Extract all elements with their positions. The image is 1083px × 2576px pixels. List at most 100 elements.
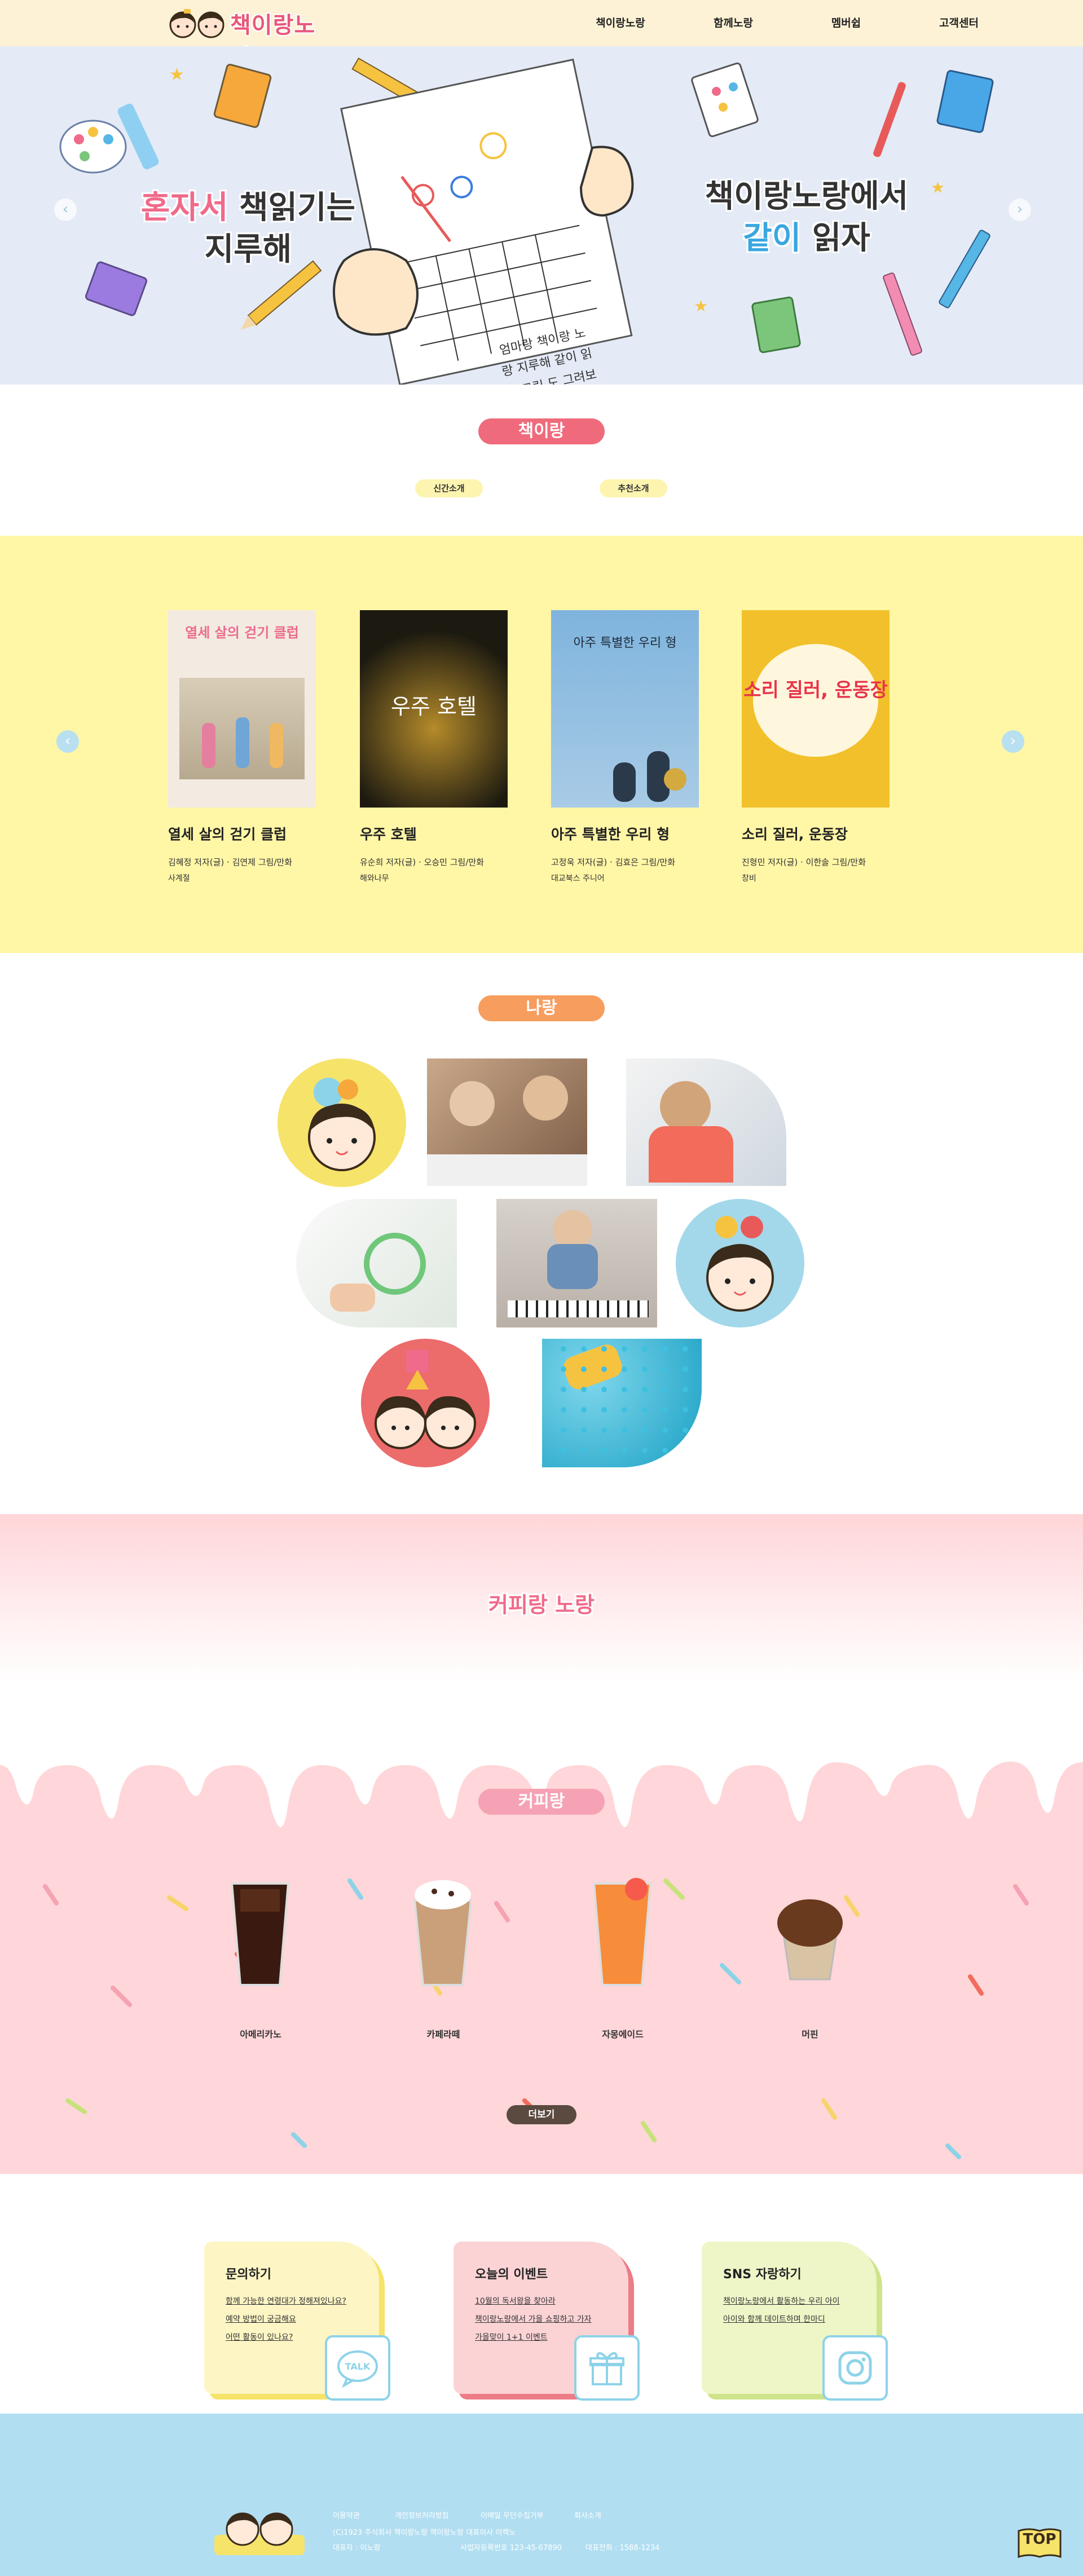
card-link[interactable]: 아이와 함께 데이트하며 한마디 xyxy=(723,2313,825,2324)
card-link[interactable]: 가을맞이 1+1 이벤트 xyxy=(475,2331,548,2343)
book-authors: 진형민 저자(글) · 이한솔 그림/만화 xyxy=(742,857,866,867)
hero-next-button[interactable]: › xyxy=(1009,199,1031,221)
paint-set-icon xyxy=(691,62,759,138)
tab-new-books[interactable]: 신간소개 xyxy=(415,479,483,497)
muffin-icon xyxy=(777,1899,843,1980)
talk-icon[interactable]: TALK xyxy=(325,2335,390,2401)
footer-tel: 대표전화 : 1588-1234 xyxy=(585,2544,660,2552)
book-icon-2 xyxy=(936,70,994,133)
sprinkles xyxy=(43,1878,1029,2159)
drink-name: 머핀 xyxy=(802,2029,818,2040)
footer-address: (C)1923 주식회사 책이랑노랑 책이랑노랑 대표이사 이책노 xyxy=(333,2529,516,2537)
card-title: 문의하기 xyxy=(226,2268,271,2282)
notebook-icon xyxy=(213,64,272,128)
hero-left-copy: 혼자서 책읽기는 지루해 xyxy=(130,187,367,271)
book-card[interactable]: 아주 특별한 우리 형 아주 특별한 우리 형 고정욱 저자(글) · 김효은 … xyxy=(551,610,699,884)
photo-ball-pit xyxy=(542,1339,702,1467)
book-card[interactable]: 우주 호텔 우주 호텔 유순희 저자(글) · 오승민 그림/만화 해와나무 xyxy=(360,610,508,884)
top-button-label: TOP xyxy=(1023,2531,1056,2548)
footer-logo[interactable] xyxy=(214,2507,305,2557)
cream-drip xyxy=(0,1717,1083,1827)
book-cover-title: 소리 질러, 운동장 xyxy=(743,679,888,702)
card-link[interactable]: 책이랑노랑에서 가을 쇼핑하고 가자 xyxy=(475,2313,592,2324)
pencil-icon xyxy=(241,260,322,330)
kid-character-circle xyxy=(278,1058,406,1187)
tab-recommended-books[interactable]: 추천소개 xyxy=(600,479,667,497)
card-link[interactable]: 어떤 활동이 있나요? xyxy=(226,2331,293,2343)
svg-text:★: ★ xyxy=(694,297,708,315)
twins-character-icon xyxy=(375,1350,476,1449)
book-publisher: 사계절 xyxy=(168,874,190,883)
hero-right-copy: 책이랑노랑에서 같이 읽자 xyxy=(688,176,925,259)
site-header: 책이랑노랑 책이랑노랑 함께노랑 멤버쉽 고객센터 xyxy=(0,0,1083,71)
book-title: 우주 호텔 xyxy=(360,826,417,843)
book-cover: 아주 특별한 우리 형 xyxy=(551,610,699,808)
book-publisher: 해와나무 xyxy=(360,874,389,883)
gift-icon[interactable] xyxy=(574,2335,640,2401)
card-link[interactable]: 예약 방법이 궁금해요 xyxy=(226,2313,296,2324)
book-title: 아주 특별한 우리 형 xyxy=(551,826,670,843)
instagram-icon[interactable] xyxy=(822,2335,888,2401)
section-title-play: 나랑 xyxy=(478,995,605,1021)
hero-right-text: 읽자 xyxy=(801,220,870,257)
book-publisher: 창비 xyxy=(742,874,756,883)
book-next-button[interactable]: › xyxy=(1002,730,1024,753)
section-title-cafe: 커피랑 xyxy=(478,1789,605,1815)
book-cover: 열세 살의 걷기 클럽 xyxy=(168,610,316,808)
drink-name: 자몽에이드 xyxy=(602,2029,644,2040)
pencil-icon-3 xyxy=(883,272,922,356)
photo-science-kids xyxy=(427,1058,587,1186)
book-publisher: 대교북스 주니어 xyxy=(551,874,605,883)
girl-character-icon xyxy=(308,1078,376,1171)
card-title: 오늘의 이벤트 xyxy=(475,2268,548,2282)
drink-name: 카페라떼 xyxy=(426,2029,460,2040)
kid-character-circle-3 xyxy=(361,1339,490,1467)
hero-left-text: 책읽기는 xyxy=(228,189,356,226)
svg-text:★: ★ xyxy=(169,65,184,85)
card-link[interactable]: 책이랑노랑에서 활동하는 우리 아이 xyxy=(723,2295,840,2306)
book-card[interactable]: 열세 살의 걷기 클럽 열세 살의 걷기 클럽 김혜정 저자(글) · 김연제 … xyxy=(168,610,316,884)
hero-banner: ★ ★ ★ ‹ › 혼자서 책읽기는 지루해 책이랑노랑에서 같이 읽자 엄마랑… xyxy=(0,46,1083,385)
book-cover-title: 아주 특별한 우리 형 xyxy=(573,636,677,650)
book-cover: 우주 호텔 xyxy=(360,610,508,808)
top-button[interactable]: TOP xyxy=(1016,2526,1063,2559)
nav-item-books[interactable]: 책이랑노랑 xyxy=(564,15,677,30)
footer-link-about[interactable]: 회사소개 xyxy=(574,2509,601,2520)
card-link[interactable]: 10월의 독서왕을 찾아라 xyxy=(475,2295,556,2306)
footer-business-number: 사업자등록번호 123-45-67890 xyxy=(460,2544,562,2552)
main-nav: 책이랑노랑 함께노랑 멤버쉽 고객센터 xyxy=(564,15,1015,30)
book-cover-title: 열세 살의 걷기 클럽 xyxy=(185,625,299,641)
more-button[interactable]: 더보기 xyxy=(507,2105,576,2124)
footer-link-email-policy[interactable]: 이메일 무단수집거부 xyxy=(481,2509,544,2520)
pencil-icon-4 xyxy=(939,230,990,308)
hero-right-line1: 책이랑노랑에서 xyxy=(705,178,909,215)
hero-prev-button[interactable]: ‹ xyxy=(54,199,77,221)
card-sns: SNS 자랑하기 책이랑노랑에서 활동하는 우리 아이 아이와 함께 데이트하며… xyxy=(702,2242,888,2401)
nav-item-membership[interactable]: 멤버쉽 xyxy=(790,15,902,30)
drink-name: 아메리카노 xyxy=(240,2029,281,2040)
footer-link-privacy[interactable]: 개인정보처리방침 xyxy=(395,2509,449,2520)
card-link[interactable]: 함께 가능한 연령대가 정해져있나요? xyxy=(226,2295,346,2306)
book-prev-button[interactable]: ‹ xyxy=(56,730,79,753)
brush-icon xyxy=(873,82,906,157)
book-card[interactable]: 소리 질러, 운동장 소리 질러, 운동장 진형민 저자(글) · 이한솔 그림… xyxy=(742,610,890,884)
hand-icon-2 xyxy=(579,145,634,217)
photo-crayon-drawing xyxy=(296,1199,457,1327)
logo[interactable]: 책이랑노랑 xyxy=(167,5,336,71)
nav-item-together[interactable]: 함께노랑 xyxy=(677,15,790,30)
hero-left-line2: 지루해 xyxy=(204,231,292,268)
footer-owner: 대표자 : 이노랑 xyxy=(333,2544,381,2552)
footer-link-terms[interactable]: 이용약관 xyxy=(333,2509,360,2520)
nav-item-support[interactable]: 고객센터 xyxy=(902,15,1015,30)
book-cover-title: 우주 호텔 xyxy=(391,694,477,719)
photo-drawing-kid xyxy=(626,1058,786,1186)
book-icon-3 xyxy=(751,296,801,354)
grapefruit-ade-icon xyxy=(592,1878,652,1986)
hero-right-accent: 같이 xyxy=(743,220,802,257)
cafe-latte-icon xyxy=(413,1880,473,1986)
americano-icon xyxy=(230,1882,290,1986)
kid-character-circle-2 xyxy=(676,1199,804,1327)
logo-kids-icon xyxy=(169,9,224,38)
section-title-books: 책이랑 xyxy=(478,418,605,444)
cafe-banner-title: 커피랑 노랑 xyxy=(488,1593,595,1617)
